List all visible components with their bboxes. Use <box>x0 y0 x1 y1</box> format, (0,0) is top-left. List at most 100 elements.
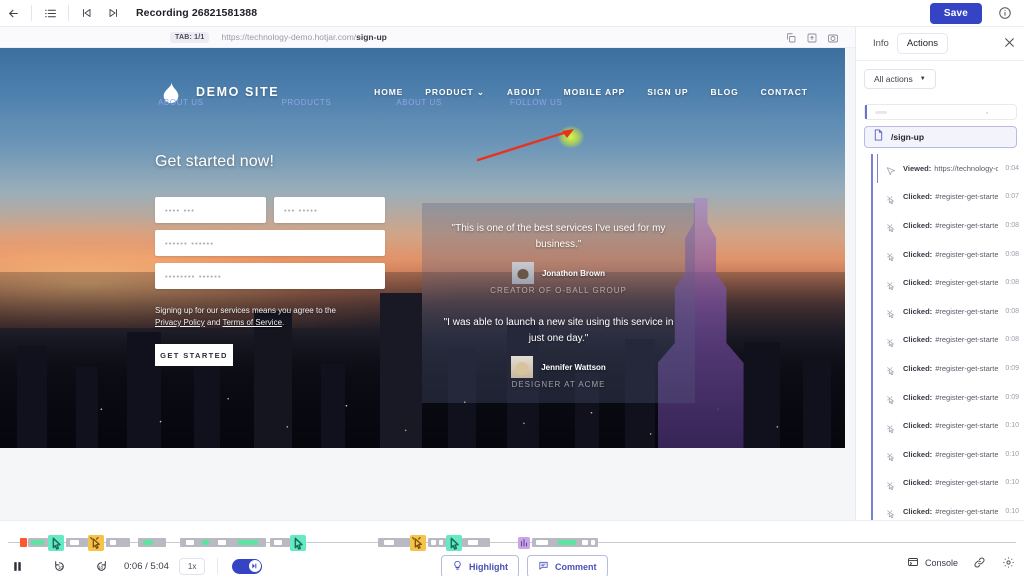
skip-previous-icon[interactable] <box>74 0 100 27</box>
divider <box>31 5 32 21</box>
action-row[interactable]: Clicked:#register-get-started 0:10 <box>878 469 1024 498</box>
action-row[interactable]: Clicked:#register-get-started 0:10 <box>878 411 1024 440</box>
nav-item-product[interactable]: PRODUCT ⌄ <box>425 87 485 98</box>
cursor-view-icon <box>886 163 896 173</box>
nav-item-about[interactable]: ABOUT <box>507 87 542 97</box>
nav-item-sign-up[interactable]: SIGN UP <box>647 87 688 97</box>
comment-icon <box>538 560 549 573</box>
divider <box>217 558 218 574</box>
action-time: 0:08 <box>1005 336 1019 343</box>
back-button[interactable] <box>0 0 26 27</box>
timeline-click-marker[interactable] <box>446 535 462 551</box>
privacy-policy-link[interactable]: Privacy Policy <box>155 318 205 327</box>
console-label: Console <box>925 558 958 568</box>
nav-item-mobile-app[interactable]: MOBILE APP <box>564 87 626 97</box>
comment-button[interactable]: Comment <box>527 555 608 576</box>
url-prefix: https://technology-demo.hotjar.com/ <box>221 32 356 42</box>
actions-scroll-area[interactable]: /sign-up Viewed:https://technology-demo.… <box>856 104 1024 520</box>
action-row[interactable]: Clicked:#register-get-started 0:08 <box>878 326 1024 355</box>
click-icon <box>886 192 896 202</box>
list-icon[interactable] <box>37 0 63 27</box>
first-name-field[interactable]: •••• ••• <box>155 197 266 223</box>
info-circle-icon[interactable] <box>992 2 1018 24</box>
action-row[interactable]: Clicked:#register-get-started 0:09 <box>878 354 1024 383</box>
annotation-buttons: Highlight Comment <box>441 555 608 576</box>
tab-info[interactable]: Info <box>864 34 898 53</box>
action-time: 0:08 <box>1005 251 1019 258</box>
player-bar: 10 10 0:06 / 5:04 1x Highlight <box>0 520 1024 576</box>
click-icon <box>886 335 896 345</box>
timeline-click-marker[interactable] <box>290 535 306 551</box>
action-row[interactable]: Clicked:#register-get-started 0:07 <box>878 183 1024 212</box>
filter-label: All actions <box>874 74 913 84</box>
player-right-controls: Console <box>907 555 1016 570</box>
gear-icon[interactable] <box>1001 555 1016 570</box>
nav-item-home[interactable]: HOME <box>374 87 403 97</box>
action-row[interactable]: Clicked:#register-get-started 0:08 <box>878 297 1024 326</box>
lightbulb-icon <box>452 560 463 573</box>
all-actions-dropdown[interactable]: All actions ▼ <box>864 69 936 89</box>
action-time: 0:04 <box>1005 165 1019 172</box>
rewind-10-icon[interactable]: 10 <box>46 555 72 576</box>
forward-10-icon[interactable]: 10 <box>88 555 114 576</box>
session-replay-app: Recording 26821581388 Save TAB: 1/1 http… <box>0 0 1024 576</box>
action-time: 0:08 <box>1005 308 1019 315</box>
page-url: https://technology-demo.hotjar.com/sign-… <box>221 32 386 42</box>
timeline-start-marker[interactable] <box>20 538 27 547</box>
footer-about-us-2[interactable]: ABOUT US <box>396 98 442 107</box>
action-time: 0:10 <box>1005 508 1019 515</box>
action-row[interactable]: Clicked:#register-get-started 0:08 <box>878 240 1024 269</box>
action-row[interactable]: Clicked:#register-get-started 0:08 <box>878 268 1024 297</box>
action-row[interactable]: Clicked:#register-get-started 0:09 <box>878 383 1024 412</box>
timeline-click-marker[interactable] <box>48 535 64 551</box>
nav-item-contact[interactable]: CONTACT <box>761 87 808 97</box>
footer-follow-us[interactable]: FOLLOW US <box>510 98 563 107</box>
action-text: Clicked:#register-get-started <box>903 421 998 430</box>
recorded-page: DEMO SITE HOME PRODUCT ⌄ ABOUT MOBILE AP… <box>0 48 845 448</box>
save-button[interactable]: Save <box>930 3 982 24</box>
timeline-rage-click-marker[interactable] <box>410 535 426 551</box>
action-time: 0:09 <box>1005 394 1019 401</box>
playback-speed-button[interactable]: 1x <box>179 558 205 575</box>
author-role: DESIGNER AT ACME <box>442 380 675 389</box>
close-icon[interactable] <box>1003 36 1016 51</box>
skip-inactivity-toggle[interactable] <box>232 559 262 574</box>
click-icon <box>886 306 896 316</box>
svg-text:10: 10 <box>58 565 63 570</box>
email-field[interactable]: •••••• •••••• <box>155 230 385 256</box>
tab-actions[interactable]: Actions <box>898 34 947 53</box>
footer-about-us[interactable]: ABOUT US <box>158 98 204 107</box>
action-text: Clicked:#register-get-started <box>903 278 998 287</box>
nav-item-blog[interactable]: BLOG <box>710 87 738 97</box>
action-row[interactable]: Viewed:https://technology-demo.ho... 0:0… <box>878 154 1024 183</box>
timeline-rage-click-marker[interactable] <box>88 535 104 551</box>
password-field[interactable]: •••••••• •••••• <box>155 263 385 289</box>
previous-page-group[interactable] <box>864 104 1017 120</box>
testimonial-author: Jonathon Brown <box>442 262 675 284</box>
footer-products[interactable]: PRODUCTS <box>282 98 332 107</box>
action-row[interactable]: Clicked:#register-get-started 0:08 <box>878 211 1024 240</box>
camera-icon[interactable] <box>827 31 839 43</box>
link-icon[interactable] <box>972 555 987 570</box>
pause-icon[interactable] <box>4 555 30 576</box>
copy-icon[interactable] <box>785 31 797 43</box>
timeline-scroll-marker[interactable] <box>518 537 530 549</box>
get-started-button[interactable]: GET STARTED <box>155 344 233 366</box>
name-row: •••• ••• ••• ••••• <box>155 197 385 223</box>
skip-inactivity-icon <box>249 560 261 572</box>
timeline-scrubber[interactable] <box>8 535 1016 551</box>
terms-of-service-link[interactable]: Terms of Service <box>222 318 282 327</box>
action-row[interactable]: Clicked:#register-get-started 0:10 <box>878 497 1024 520</box>
last-name-field[interactable]: ••• ••••• <box>274 197 385 223</box>
console-button[interactable]: Console <box>907 556 958 570</box>
export-icon[interactable] <box>806 31 818 43</box>
action-row[interactable]: Clicked:#register-get-started 0:10 <box>878 440 1024 469</box>
tab-indicator: TAB: 1/1 <box>170 32 209 43</box>
skip-next-icon[interactable] <box>100 0 126 27</box>
divider <box>68 5 69 21</box>
testimonial-quote: "This is one of the best services I've u… <box>442 221 675 252</box>
page-group-sign-up[interactable]: /sign-up <box>864 126 1017 148</box>
avatar <box>512 262 534 284</box>
highlight-button[interactable]: Highlight <box>441 555 519 576</box>
comment-label: Comment <box>555 562 597 572</box>
